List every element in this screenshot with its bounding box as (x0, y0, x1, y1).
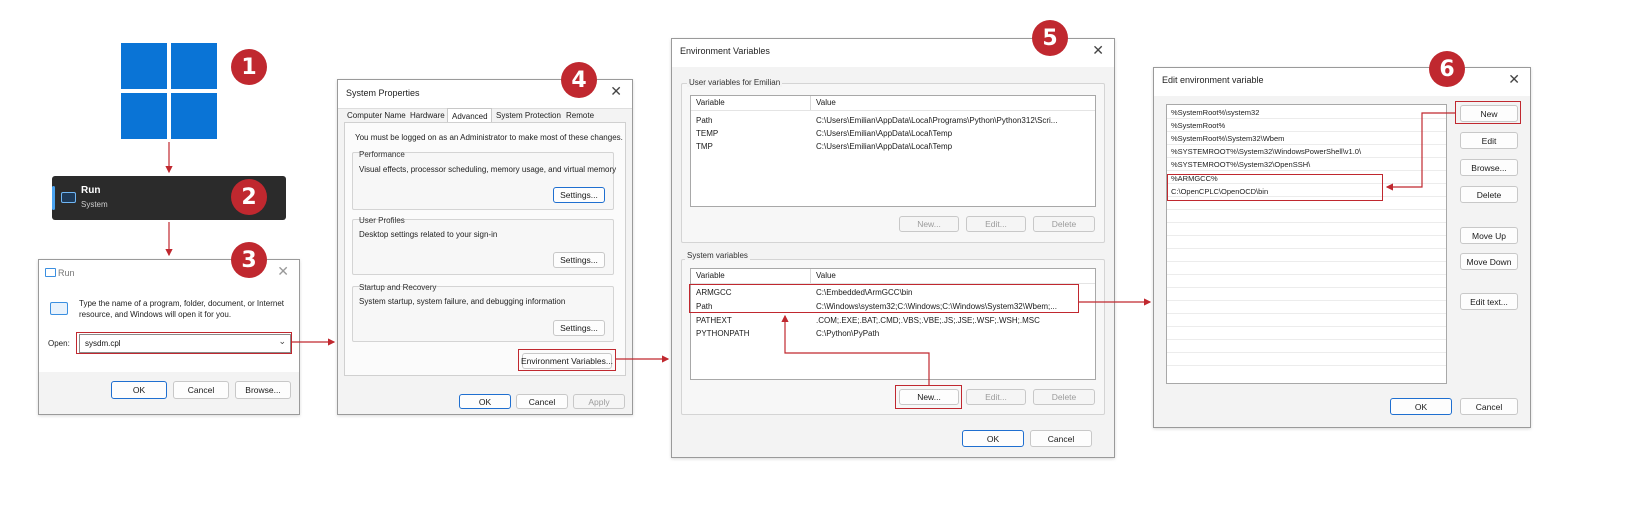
arrow-editenv-new-to-entries (1385, 112, 1455, 191)
arrow-new-to-path (781, 314, 930, 385)
flow-arrows (165, 112, 1455, 385)
